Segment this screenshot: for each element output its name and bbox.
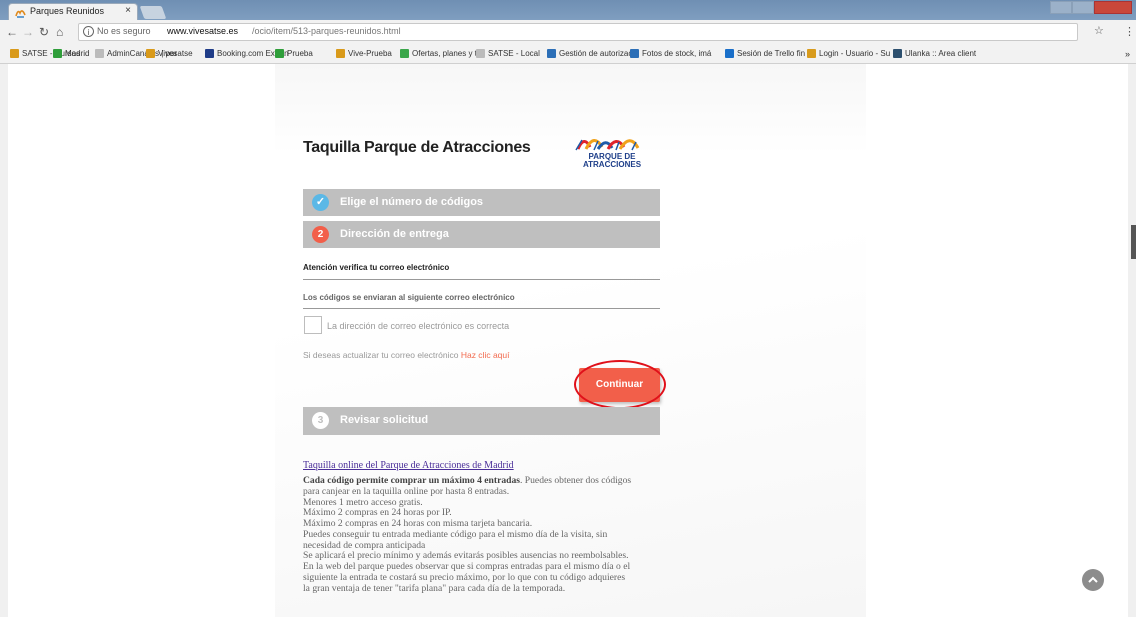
forward-arrow-icon[interactable]: → bbox=[22, 25, 34, 39]
bookmark-favicon-icon bbox=[807, 49, 816, 58]
page-title: Taquilla Parque de Atracciones bbox=[303, 139, 531, 156]
info-bold: Cada código permite comprar un máximo 4 … bbox=[303, 475, 520, 486]
bookmark-label: SATSE - Local bbox=[488, 49, 540, 58]
logo-text-2: ATRACCIONES bbox=[583, 160, 642, 169]
bookmark-item[interactable]: SATSE - Local bbox=[476, 49, 540, 58]
bookmark-item[interactable]: Prueba bbox=[275, 49, 313, 58]
bookmark-favicon-icon bbox=[205, 49, 214, 58]
bookmark-favicon-icon bbox=[10, 49, 19, 58]
highlight-annotation-ring bbox=[574, 360, 666, 409]
step-3-header[interactable]: 3 Revisar solicitud bbox=[303, 407, 660, 435]
page-margin-right bbox=[1128, 64, 1136, 617]
bookmark-label: Fotos de stock, imá bbox=[642, 49, 712, 58]
email-confirm-checkbox[interactable] bbox=[304, 316, 322, 334]
bookmark-favicon-icon bbox=[146, 49, 155, 58]
parque-atracciones-logo: PARQUE DE ATRACCIONES bbox=[575, 139, 642, 169]
bookmark-favicon-icon bbox=[95, 49, 104, 58]
bookmark-item[interactable]: Vive-Prueba bbox=[336, 49, 392, 58]
bookmarks-more-icon[interactable]: » bbox=[1125, 49, 1130, 59]
bookmark-item[interactable]: Gestión de autorizac bbox=[547, 49, 632, 58]
step-3-number: 3 bbox=[312, 412, 329, 429]
window-close-button[interactable] bbox=[1094, 1, 1132, 14]
bookmark-label: Prueba bbox=[287, 49, 313, 58]
bookmark-favicon-icon bbox=[893, 49, 902, 58]
info-line: siguiente la entrada te costará su preci… bbox=[303, 571, 626, 583]
bookmark-label: Vive-Prueba bbox=[348, 49, 392, 58]
bookmark-favicon-icon bbox=[53, 49, 62, 58]
bookmark-favicon-icon bbox=[547, 49, 556, 58]
chevron-up-icon bbox=[1088, 576, 1098, 583]
bookmark-label: Ulanka :: Area client bbox=[905, 49, 977, 58]
update-email-link[interactable]: Haz clic aquí bbox=[461, 350, 510, 360]
step-3-label: Revisar solicitud bbox=[340, 414, 429, 426]
url-host: www.vivesatse.es bbox=[167, 26, 239, 36]
divider bbox=[303, 279, 660, 280]
step-2-header[interactable]: 2 Dirección de entrega bbox=[303, 221, 660, 248]
bookmark-favicon-icon bbox=[400, 49, 409, 58]
home-icon[interactable]: ⌂ bbox=[56, 25, 63, 39]
bookmark-item[interactable]: Madrid bbox=[53, 49, 89, 58]
tab-close-icon[interactable]: × bbox=[125, 5, 131, 16]
bookmark-label: Vivesatse bbox=[158, 49, 193, 58]
side-tab-handle[interactable] bbox=[1131, 225, 1136, 259]
reload-icon[interactable]: ↻ bbox=[39, 25, 49, 39]
park-info-link[interactable]: Taquilla online del Parque de Atraccione… bbox=[303, 460, 514, 471]
bookmark-item[interactable]: Sesión de Trello fin bbox=[725, 49, 805, 58]
bookmark-label: Madrid bbox=[65, 49, 90, 58]
attention-label: Atención verifica tu correo electrónico bbox=[303, 263, 450, 272]
email-confirm-label[interactable]: La dirección de correo electrónico es co… bbox=[327, 321, 509, 331]
url-path: /ocio/item/513-parques-reunidos.html bbox=[252, 26, 401, 36]
bookmark-favicon-icon bbox=[275, 49, 284, 58]
bookmark-label: Sesión de Trello fin bbox=[737, 49, 806, 58]
url-bar[interactable]: i No es seguro www.vivesatse.es /ocio/it… bbox=[78, 23, 1078, 41]
window-controls bbox=[1050, 1, 1132, 14]
maximize-button[interactable] bbox=[1072, 1, 1094, 14]
parques-favicon-icon bbox=[15, 10, 26, 18]
bookmark-label: Login - Usuario - Su bbox=[819, 49, 891, 58]
bookmark-favicon-icon bbox=[336, 49, 345, 58]
email-field-underline bbox=[303, 308, 660, 309]
bookmark-item[interactable]: Login - Usuario - Su bbox=[807, 49, 890, 58]
step-2-number: 2 bbox=[312, 226, 329, 243]
update-email-prefix: Si deseas actualizar tu correo electróni… bbox=[303, 350, 459, 360]
info-line: Puedes conseguir tu entrada mediante cód… bbox=[303, 528, 608, 540]
bookmark-star-icon[interactable]: ☆ bbox=[1094, 24, 1104, 37]
info-icon[interactable]: i bbox=[83, 26, 94, 37]
step-2-label: Dirección de entrega bbox=[340, 228, 449, 240]
info-line-rest: . Puedes obtener dos códigos bbox=[520, 475, 632, 486]
url-security-text: No es seguro bbox=[97, 26, 151, 36]
step-1-label: Elige el número de códigos bbox=[340, 196, 484, 208]
step-1-header[interactable]: ✓ Elige el número de códigos bbox=[303, 189, 660, 216]
update-email-text: Si deseas actualizar tu correo electróni… bbox=[303, 350, 510, 360]
bookmark-favicon-icon bbox=[476, 49, 485, 58]
scroll-to-top-button[interactable] bbox=[1082, 569, 1104, 591]
bookmark-favicon-icon bbox=[630, 49, 639, 58]
browser-tab[interactable]: Parques Reunidos × bbox=[8, 3, 138, 20]
step-1-check-icon: ✓ bbox=[312, 194, 329, 211]
bookmark-item[interactable]: Ofertas, planes y tu bbox=[400, 49, 481, 58]
email-field-label: Los códigos se enviaran al siguiente cor… bbox=[303, 293, 515, 302]
bookmark-item[interactable]: Vivesatse bbox=[146, 49, 193, 58]
menu-icon[interactable]: ⋮ bbox=[1124, 25, 1135, 38]
bookmarks-bar: » SATSE - Cursos Madrid AdminCanales | por… bbox=[0, 46, 1136, 64]
bookmark-favicon-icon bbox=[725, 49, 734, 58]
bookmark-item[interactable]: Fotos de stock, imá bbox=[630, 49, 711, 58]
bookmark-label: Gestión de autorizac bbox=[559, 49, 633, 58]
info-line: la gran ventaja de tener "tarifa plana" … bbox=[303, 582, 566, 594]
window-titlebar: Parques Reunidos × bbox=[0, 0, 1136, 20]
page-margin-left bbox=[0, 64, 8, 617]
tab-title: Parques Reunidos bbox=[30, 6, 105, 16]
info-line: para canjear en la taquilla online por h… bbox=[303, 485, 510, 497]
new-tab-button[interactable] bbox=[139, 6, 167, 19]
minimize-button[interactable] bbox=[1050, 1, 1072, 14]
bookmark-label: Ofertas, planes y tu bbox=[412, 49, 482, 58]
back-arrow-icon[interactable]: ← bbox=[6, 25, 18, 39]
bookmark-item[interactable]: Ulanka :: Area client bbox=[893, 49, 976, 58]
park-info-text: Cada código permite comprar un máximo 4 … bbox=[303, 475, 683, 594]
address-toolbar: ← → ↻ ⌂ i No es seguro www.vivesatse.es … bbox=[0, 20, 1136, 46]
